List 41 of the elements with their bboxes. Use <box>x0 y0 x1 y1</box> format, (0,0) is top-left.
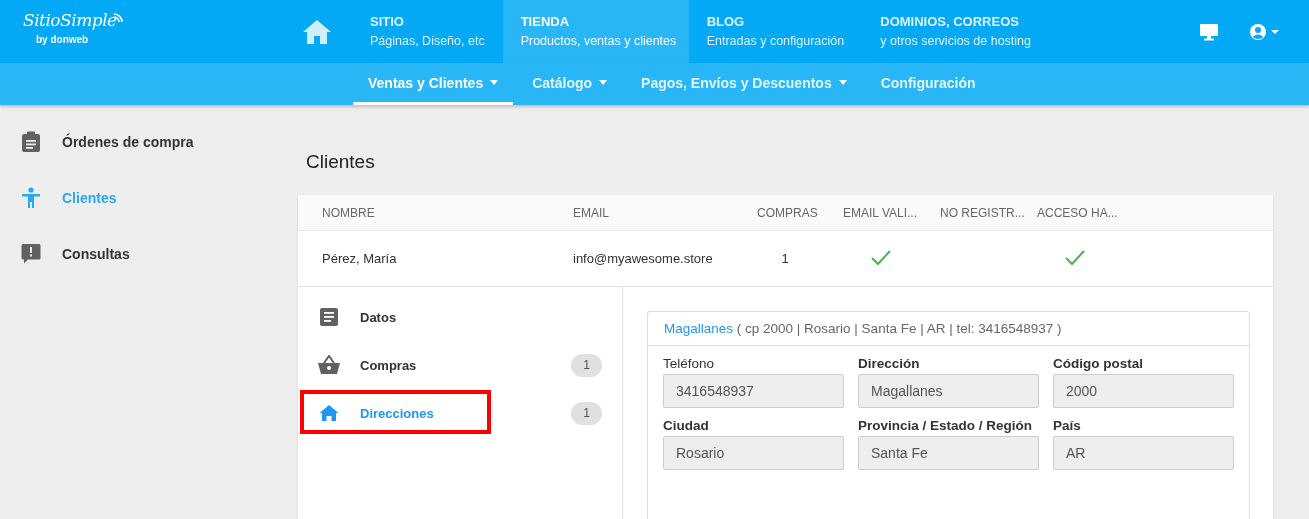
field-label: Ciudad <box>663 418 710 433</box>
field-label: País <box>1053 418 1082 433</box>
input-field[interactable]: Magallanes <box>858 374 1039 408</box>
field-label: Dirección <box>858 356 921 371</box>
field-label: Teléfono <box>663 356 716 371</box>
home-icon[interactable] <box>302 18 332 45</box>
page-title: Clientes <box>306 151 376 173</box>
field-label: Provincia / Estado / Región <box>858 418 1034 433</box>
column-header[interactable]: EMAIL <box>573 205 757 220</box>
logo-tagline: by donweb <box>36 34 90 45</box>
field-label: Código postal <box>1053 356 1144 371</box>
count-badge: 1 <box>571 401 602 425</box>
table-cell-text: Pérez, María <box>322 251 398 266</box>
sidebar-item[interactable]: Órdenes de compra <box>0 114 298 170</box>
count-badge: 1 <box>571 353 602 377</box>
input-field[interactable]: Rosario <box>663 436 844 470</box>
input-field[interactable]: 3416548937 <box>663 374 844 408</box>
detail-menu-item[interactable]: Compras 1 <box>302 343 602 387</box>
sidebar-item[interactable]: Consultas <box>0 226 298 282</box>
table-cell-text: info@myawesome.store <box>573 251 714 266</box>
person-icon <box>21 187 41 209</box>
column-header[interactable]: NOMBRE <box>322 205 573 220</box>
column-header[interactable]: ACCESO HA... <box>1037 205 1134 220</box>
detail-menu-item[interactable]: Datos <box>302 295 602 339</box>
input-field[interactable]: AR <box>1053 436 1234 470</box>
clipboard-icon <box>21 131 41 153</box>
monitor-icon[interactable] <box>1199 22 1219 41</box>
input-field[interactable]: 2000 <box>1053 374 1234 408</box>
column-header[interactable]: NO REGISTR... <box>940 205 1037 220</box>
comment-alert-icon <box>21 243 41 265</box>
column-header[interactable]: COMPRAS <box>757 205 843 220</box>
basket-icon <box>318 355 340 375</box>
detail-menu-item[interactable]: Direcciones 1 <box>302 391 602 435</box>
table-cell-text: 1 <box>780 251 790 266</box>
address-summary: Magallanes ( cp 2000 | Rosario | Santa Fe | AR | tel: 3416548937 ) <box>648 312 1249 346</box>
home-icon <box>318 404 340 422</box>
table-row[interactable]: Pérez, María info@myawesome.store 1 <box>298 231 1273 287</box>
account-icon[interactable] <box>1249 22 1281 41</box>
column-header[interactable]: EMAIL VALI... <box>843 205 940 220</box>
document-icon <box>318 307 340 327</box>
input-field[interactable]: Santa Fe <box>858 436 1039 470</box>
